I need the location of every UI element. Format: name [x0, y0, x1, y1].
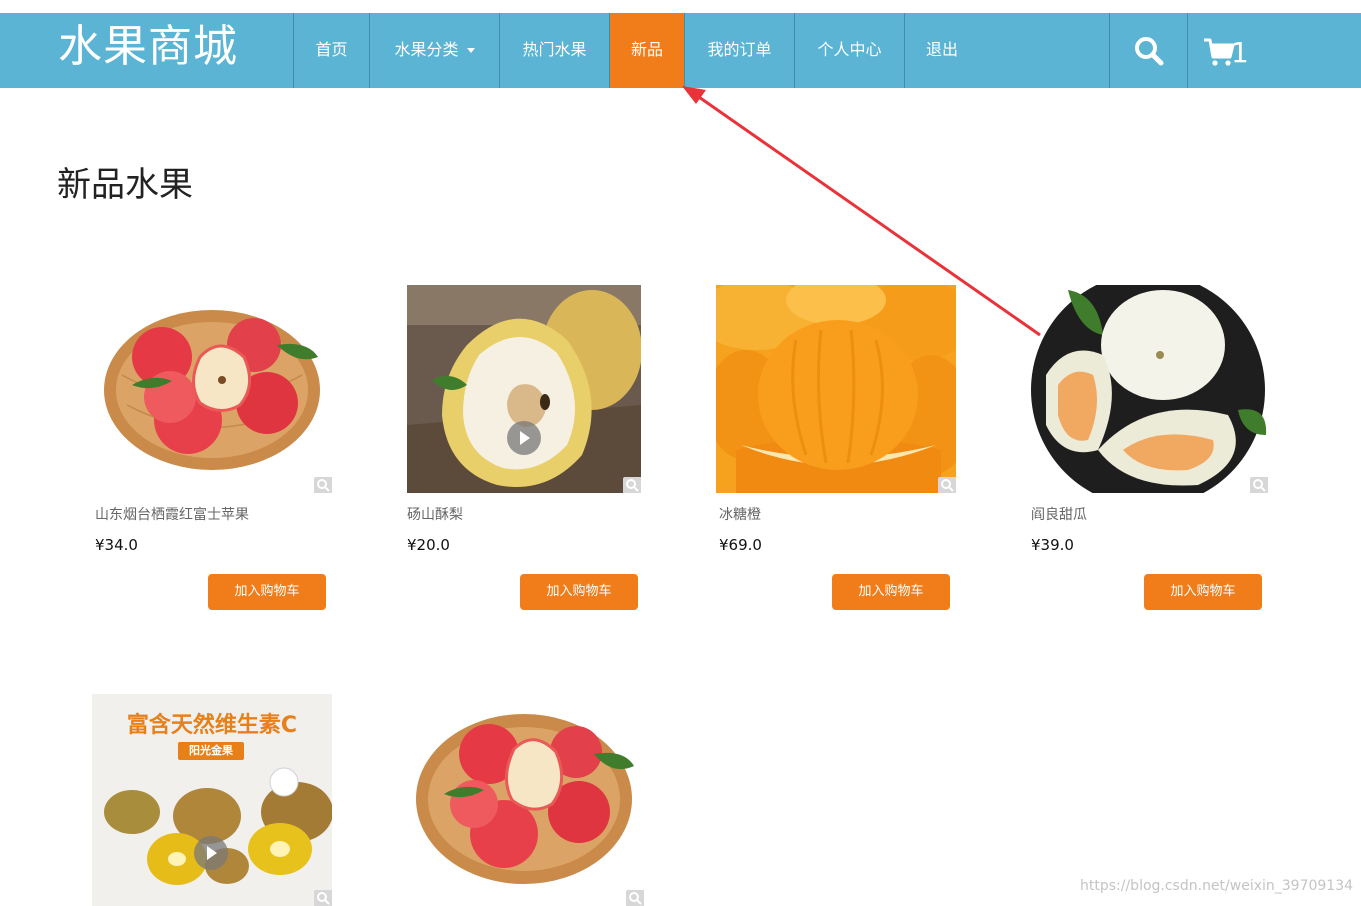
nav-home[interactable]: 首页	[293, 13, 369, 88]
melon-image	[1031, 285, 1267, 493]
product-name[interactable]: 阎良甜瓜	[1031, 505, 1087, 525]
product-image-apple[interactable]	[404, 694, 644, 906]
product-image-pear[interactable]	[407, 285, 641, 493]
product-price: ¥39.0	[1031, 536, 1074, 554]
kiwi-ad-tag: 阳光金果	[178, 742, 244, 760]
cart-count: 1	[1231, 36, 1249, 69]
product-image-melon[interactable]	[1028, 285, 1268, 493]
caret-down-icon	[466, 48, 475, 53]
search-icon	[1135, 37, 1164, 66]
zoom-icon[interactable]	[626, 890, 644, 906]
product-image-kiwi[interactable]: 富含天然维生素C 阳光金果	[92, 694, 332, 906]
product-image-apple[interactable]	[92, 285, 332, 493]
cart-button[interactable]: 1	[1187, 13, 1361, 88]
brand-logo[interactable]: 水果商城	[58, 21, 238, 73]
apple-basket-image	[104, 310, 320, 470]
product-image-orange[interactable]	[716, 285, 956, 493]
product-price: ¥20.0	[407, 536, 450, 554]
add-to-cart-button[interactable]: 加入购物车	[832, 574, 950, 610]
add-to-cart-button[interactable]: 加入购物车	[208, 574, 326, 610]
product-name[interactable]: 山东烟台栖霞红富士苹果	[95, 505, 249, 525]
play-icon[interactable]	[507, 421, 541, 455]
navbar: 水果商城 首页 水果分类 热门水果 新品 我的订单 个人中心 退出 1	[0, 13, 1361, 88]
top-strip	[0, 0, 1361, 13]
page-title: 新品水果	[57, 165, 193, 205]
pear-image	[407, 285, 641, 493]
watermark: https://blog.csdn.net/weixin_39709134	[1080, 878, 1354, 894]
search-button[interactable]	[1109, 13, 1187, 88]
zoom-icon[interactable]	[314, 477, 332, 493]
zoom-icon[interactable]	[938, 477, 956, 493]
apple-basket-image	[416, 714, 634, 884]
orange-image	[716, 285, 956, 493]
product-name[interactable]: 砀山酥梨	[407, 505, 463, 525]
product-price: ¥69.0	[719, 536, 762, 554]
kiwi-ad-headline: 富含天然维生素C	[126, 713, 298, 738]
add-to-cart-button[interactable]: 加入购物车	[520, 574, 638, 610]
nav-new[interactable]: 新品	[609, 13, 684, 88]
zoom-icon[interactable]	[623, 477, 641, 493]
play-icon[interactable]	[194, 836, 228, 870]
add-to-cart-button[interactable]: 加入购物车	[1144, 574, 1262, 610]
product-name[interactable]: 冰糖橙	[719, 505, 761, 525]
nav-category[interactable]: 水果分类	[369, 13, 499, 88]
zoom-icon[interactable]	[1250, 477, 1268, 493]
zoom-icon[interactable]	[314, 890, 332, 906]
nav-orders[interactable]: 我的订单	[684, 13, 794, 88]
nav-hot[interactable]: 热门水果	[499, 13, 609, 88]
nav-profile[interactable]: 个人中心	[794, 13, 904, 88]
nav-logout[interactable]: 退出	[904, 13, 979, 88]
product-price: ¥34.0	[95, 536, 138, 554]
nav-category-label: 水果分类	[394, 40, 459, 59]
